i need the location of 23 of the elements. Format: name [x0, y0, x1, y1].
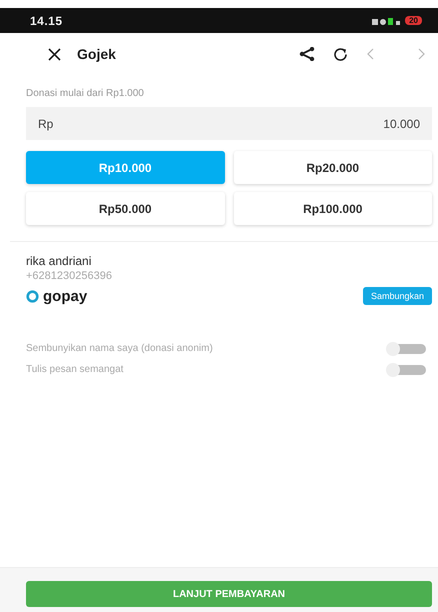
- toggle-switch[interactable]: [388, 364, 426, 374]
- forward-icon[interactable]: [418, 48, 426, 60]
- amount-value: 10.000: [383, 116, 420, 130]
- minimum-donation-hint: Donasi mulai dari Rp1.000: [26, 88, 145, 99]
- amount-option[interactable]: Rp50.000: [26, 192, 224, 225]
- status-time: 14.15: [30, 14, 63, 28]
- amount-option[interactable]: Rp20.000: [234, 151, 432, 184]
- donor-name: rika andriani: [26, 254, 92, 268]
- refresh-icon[interactable]: [333, 46, 348, 62]
- share-icon[interactable]: [299, 47, 315, 61]
- amount-field[interactable]: Rp 10.000: [26, 107, 432, 140]
- donor-phone: +6281230256396: [26, 270, 113, 282]
- currency-label: Rp: [38, 116, 54, 130]
- option-label: Tulis pesan semangat: [26, 364, 124, 375]
- amount-option[interactable]: Rp100.000: [234, 192, 432, 225]
- back-icon[interactable]: [366, 48, 374, 60]
- page-title: Gojek: [77, 46, 117, 62]
- option-label: Sembunyikan nama saya (donasi anonim): [26, 343, 213, 354]
- close-icon[interactable]: [48, 48, 61, 60]
- wallet-name: gopay: [43, 288, 88, 304]
- battery-level: 20: [405, 16, 422, 25]
- toggle-switch[interactable]: [388, 344, 426, 354]
- ring-icon: [26, 290, 39, 302]
